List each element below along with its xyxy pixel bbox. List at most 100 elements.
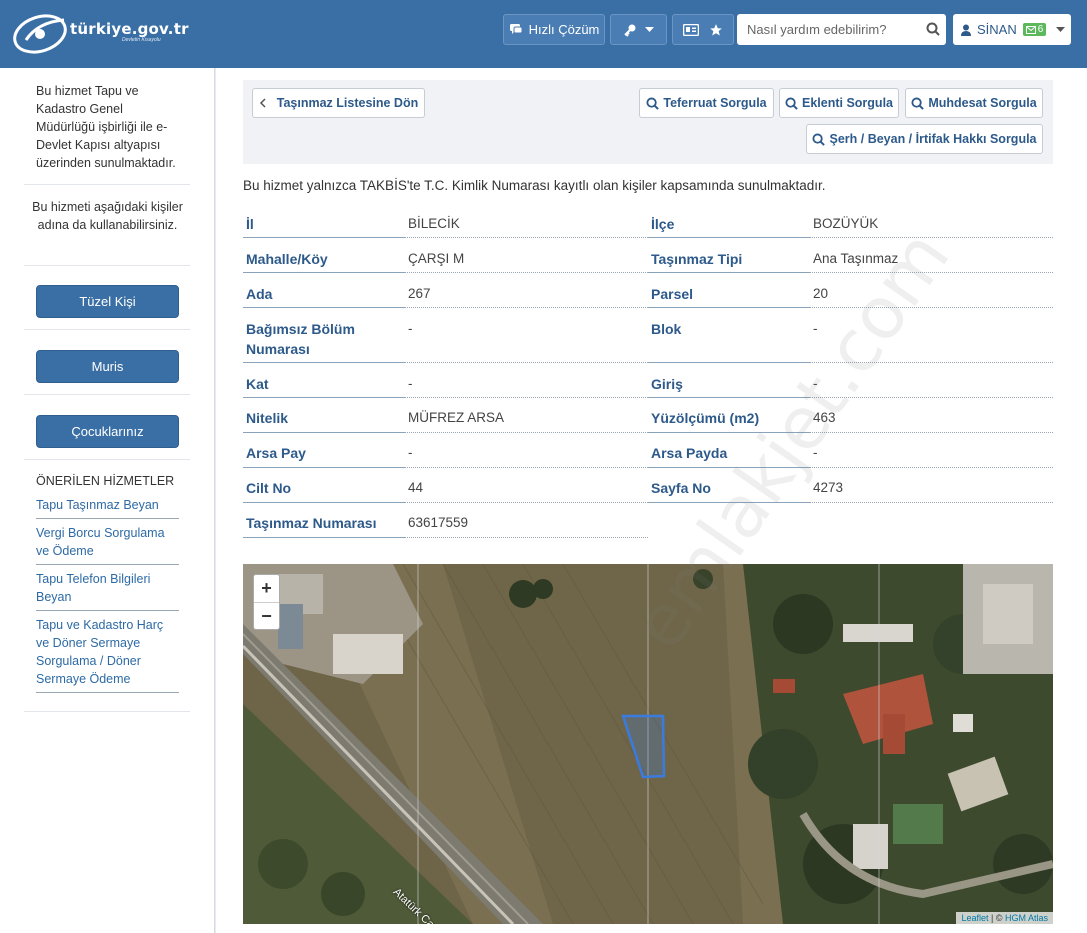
id-favorites-button[interactable] (672, 14, 734, 45)
blok-label: Blok (651, 321, 682, 337)
row-divider (243, 537, 405, 538)
arsa-pay-value: - (408, 445, 413, 460)
legal-entity-button[interactable]: Tüzel Kişi (36, 285, 179, 318)
sayfa-label: Sayfa No (651, 480, 711, 496)
blok-value: - (813, 321, 818, 336)
on-behalf-note: Bu hizmeti aşağıdaki kişiler adına da ku… (32, 200, 183, 232)
search-bar (737, 14, 946, 45)
suggested-link-property-declaration[interactable]: Tapu Taşınmaz Beyan (36, 496, 179, 519)
divider (24, 394, 190, 395)
search-icon[interactable] (926, 22, 940, 36)
main-content: Taşınmaz Listesine Dön Teferruat Sorgula… (216, 68, 1087, 933)
parcel-map[interactable]: Atatürk Cad + − Leaflet | © HGM Atlas (243, 564, 1053, 924)
row-divider (243, 432, 405, 433)
detail-query-label: Teferruat Sorgula (663, 96, 767, 110)
row-divider (243, 397, 405, 398)
ada-value: 267 (408, 286, 431, 301)
row-divider (405, 237, 648, 238)
row-divider (405, 272, 648, 273)
sidebar: Bu hizmet Tapu ve Kadastro Genel Müdürlü… (0, 68, 215, 933)
quick-solution-button[interactable]: Hızlı Çözüm (503, 14, 605, 45)
structure-query-button[interactable]: Muhdesat Sorgula (905, 88, 1043, 118)
row-divider (243, 237, 405, 238)
row-divider (243, 467, 405, 468)
row-divider (648, 362, 810, 363)
back-label: Taşınmaz Listesine Dön (276, 96, 419, 110)
tasinmaz-tipi-label: Taşınmaz Tipi (651, 251, 743, 267)
suggested-services-heading: ÖNERİLEN HİZMETLER (36, 474, 175, 488)
giris-label: Giriş (651, 376, 683, 392)
annotation-query-button[interactable]: Şerh / Beyan / İrtifak Hakkı Sorgula (806, 124, 1043, 154)
yuzolcum-value: 463 (813, 410, 836, 425)
row-divider (810, 272, 1053, 273)
mail-icon (1025, 25, 1036, 34)
nitelik-label: Nitelik (246, 410, 289, 426)
suggested-link-phone-declaration[interactable]: Tapu Telefon Bilgileri Beyan (36, 570, 179, 611)
il-value: BİLECİK (408, 216, 460, 231)
row-divider (405, 432, 648, 433)
sayfa-value: 4273 (813, 480, 844, 495)
logo-swoosh-icon (13, 14, 67, 54)
ada-label: Ada (246, 286, 273, 302)
divider (24, 329, 190, 330)
user-menu-button[interactable]: SİNAN 6 (953, 14, 1071, 45)
row-divider (648, 307, 810, 308)
zoom-in-button[interactable]: + (254, 575, 279, 602)
il-label: İl (246, 216, 254, 232)
bagimsiz-bolum-value: - (408, 321, 413, 336)
id-card-icon (683, 23, 699, 36)
suggested-link-tax-debt[interactable]: Vergi Borcu Sorgulama ve Ödeme (36, 524, 179, 565)
detail-query-button[interactable]: Teferruat Sorgula (639, 88, 774, 118)
chevron-left-icon (259, 98, 266, 108)
turkiye-gov-logo[interactable]: türkiye.gov.tr Devletin Kısayolu (12, 10, 197, 56)
message-count: 6 (1037, 24, 1044, 35)
map-attribution: Leaflet | © HGM Atlas (956, 912, 1053, 924)
row-divider (405, 502, 648, 503)
user-icon (961, 24, 971, 36)
parsel-value: 20 (813, 286, 829, 301)
top-header: türkiye.gov.tr Devletin Kısayolu Hızlı Ç… (0, 0, 1087, 68)
key-icon (624, 24, 636, 37)
row-divider (648, 467, 810, 468)
cilt-label: Cilt No (246, 480, 292, 496)
hgm-atlas-link[interactable]: HGM Atlas (1005, 913, 1048, 923)
satellite-imagery (243, 564, 1053, 924)
chevron-down-icon (645, 26, 654, 32)
annotation-query-label: Şerh / Beyan / İrtifak Hakkı Sorgula (829, 132, 1037, 146)
divider (24, 265, 190, 266)
row-divider (243, 272, 405, 273)
message-badge[interactable]: 6 (1022, 23, 1047, 36)
divider (24, 459, 190, 460)
divider (24, 711, 190, 712)
arsa-pay-label: Arsa Pay (246, 445, 306, 461)
row-divider (243, 502, 405, 503)
search-input[interactable] (747, 22, 917, 37)
search-icon (785, 96, 798, 110)
user-name: SİNAN (977, 22, 1017, 37)
search-icon (646, 96, 660, 110)
search-icon (812, 132, 826, 146)
row-divider (810, 307, 1053, 308)
zoom-out-button[interactable]: − (254, 602, 279, 629)
mahalle-label: Mahalle/Köy (246, 251, 328, 267)
annex-query-button[interactable]: Eklenti Sorgula (779, 88, 899, 118)
search-icon (911, 96, 925, 110)
row-divider (405, 537, 648, 538)
service-intro-text: Bu hizmet Tapu ve Kadastro Genel Müdürlü… (36, 84, 176, 170)
leaflet-link[interactable]: Leaflet (961, 913, 988, 923)
row-divider (243, 307, 405, 308)
key-menu-button[interactable] (610, 14, 667, 45)
tasinmaz-tipi-value: Ana Taşınmaz (813, 251, 899, 266)
suggested-link-fee-payment[interactable]: Tapu ve Kadastro Harç ve Döner Sermaye S… (36, 616, 179, 693)
children-button[interactable]: Çocuklarınız (36, 415, 179, 448)
bagimsiz-bolum-label: Bağımsız Bölüm Numarası (246, 321, 355, 357)
back-to-list-button[interactable]: Taşınmaz Listesine Dön (252, 88, 425, 118)
chevron-down-icon (1056, 26, 1066, 32)
deceased-button[interactable]: Muris (36, 350, 179, 383)
row-divider (648, 397, 810, 398)
cilt-value: 44 (408, 480, 424, 495)
row-divider (810, 467, 1053, 468)
ilce-value: BOZÜYÜK (813, 216, 879, 231)
row-divider (648, 432, 810, 433)
row-divider (810, 502, 1053, 503)
